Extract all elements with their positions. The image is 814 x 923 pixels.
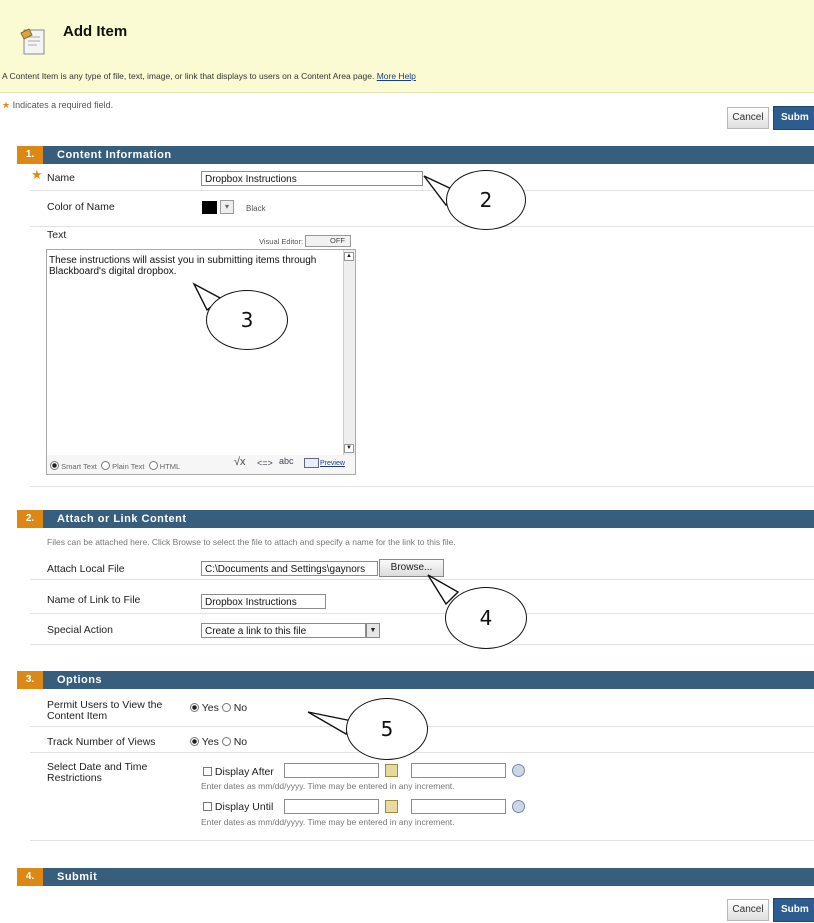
date-hint: Enter dates as mm/dd/yyyy. Time may be e… [201, 781, 455, 791]
link-name-row [30, 584, 814, 614]
link-name-label: Name of Link to File [47, 594, 141, 606]
attach-file-input[interactable]: C:\Documents and Settings\gaynors [201, 561, 378, 576]
required-note-text: Indicates a required field. [12, 100, 114, 110]
track-no-radio[interactable] [221, 737, 231, 746]
calendar-icon[interactable] [385, 764, 398, 777]
text-label: Text [47, 229, 67, 241]
display-after-option: Display After [203, 766, 274, 778]
color-label: Color of Name [47, 201, 115, 213]
date-restrictions-label: Select Date and Time Restrictions [47, 761, 148, 784]
chevron-down-icon[interactable]: ▾ [220, 200, 234, 214]
attach-help-text: Files can be attached here. Click Browse… [47, 537, 456, 547]
permit-no-radio[interactable] [221, 703, 231, 712]
chevron-down-icon[interactable]: ▼ [366, 623, 380, 638]
permit-label: Permit Users to View the Content Item [47, 699, 163, 722]
track-radios: Yes No [190, 736, 247, 748]
cancel-button[interactable]: Cancel [727, 899, 769, 921]
section-title: Content Information [57, 149, 172, 161]
text-mode-options: Smart Text Plain Text HTML [50, 461, 180, 471]
section-bar-options [17, 671, 814, 689]
smart-text-radio[interactable] [50, 461, 59, 470]
html-radio[interactable] [148, 461, 158, 470]
permit-radios: Yes No [190, 702, 247, 714]
required-star-icon: ★ [31, 167, 43, 182]
calendar-icon[interactable] [385, 800, 398, 813]
name-label: Name [47, 172, 76, 184]
track-yes-radio[interactable] [190, 737, 199, 746]
content-item-icon [19, 27, 49, 57]
preview-icon[interactable] [304, 458, 319, 468]
display-until-date-input[interactable] [284, 799, 379, 814]
date-hint: Enter dates as mm/dd/yyyy. Time may be e… [201, 817, 455, 827]
section-title: Options [57, 674, 103, 686]
callout-4: 4 [445, 587, 527, 649]
text-row-divider [30, 476, 814, 487]
date-row-divider [30, 830, 814, 841]
callout-3: 3 [206, 290, 288, 350]
display-until-option: Display Until [203, 801, 273, 813]
smart-text-label: Smart Text [61, 462, 97, 471]
special-action-select[interactable]: Create a link to this file [201, 623, 366, 638]
name-input[interactable]: Dropbox Instructions [201, 171, 423, 186]
attach-file-label: Attach Local File [47, 563, 125, 575]
callout-5: 5 [346, 698, 428, 760]
math-icon[interactable]: √x [234, 456, 246, 468]
yes-label: Yes [201, 702, 219, 714]
section-bar-submit [17, 868, 814, 886]
spellcheck-icon[interactable]: abc [279, 456, 294, 466]
display-until-checkbox[interactable] [203, 802, 212, 811]
submit-button[interactable]: Subm [773, 898, 814, 922]
section-number: 3. [17, 671, 43, 689]
display-after-label: Display After [214, 766, 274, 778]
no-label: No [233, 702, 248, 714]
browse-button[interactable]: Browse... [379, 559, 444, 577]
color-swatch[interactable] [202, 201, 217, 214]
permit-yes-radio[interactable] [190, 703, 199, 712]
scroll-up-icon[interactable]: ▲ [344, 252, 354, 261]
submit-button[interactable]: Subm [773, 106, 814, 130]
special-action-row [30, 614, 814, 645]
visual-editor-toggle[interactable]: OFF [305, 235, 351, 247]
visual-editor-label: Visual Editor: [259, 237, 304, 246]
page-title: Add Item [63, 23, 128, 40]
intro-description: A Content Item is any type of file, text… [2, 71, 375, 81]
scroll-down-icon[interactable]: ▼ [344, 444, 354, 453]
section-number: 2. [17, 510, 43, 528]
required-star-icon: ★ [2, 100, 11, 110]
clock-icon[interactable] [512, 764, 525, 777]
section-number: 1. [17, 146, 43, 164]
html-label: HTML [159, 462, 181, 471]
display-until-label: Display Until [214, 801, 274, 813]
callout-2: 2 [446, 170, 526, 230]
scrollbar[interactable]: ▲ ▼ [343, 250, 355, 455]
section-title: Submit [57, 871, 98, 883]
plain-text-label: Plain Text [112, 462, 145, 471]
text-area[interactable]: These instructions will assist you in su… [47, 250, 343, 455]
intro-text: A Content Item is any type of file, text… [2, 71, 416, 81]
special-action-label: Special Action [47, 624, 113, 636]
display-after-time-input[interactable] [411, 763, 506, 778]
no-label: No [233, 736, 248, 748]
display-after-checkbox[interactable] [203, 767, 212, 776]
required-note: ★ Indicates a required field. [2, 100, 113, 111]
preview-link[interactable]: Preview [320, 460, 345, 467]
section-title: Attach or Link Content [57, 513, 187, 525]
color-name: Black [246, 204, 266, 213]
more-help-link[interactable]: More Help [377, 71, 416, 81]
section-number: 4. [17, 868, 43, 886]
clock-icon[interactable] [512, 800, 525, 813]
display-after-date-input[interactable] [284, 763, 379, 778]
cancel-button[interactable]: Cancel [727, 107, 769, 129]
color-row [30, 191, 814, 227]
track-label: Track Number of Views [47, 736, 156, 748]
plain-text-radio[interactable] [100, 461, 110, 470]
link-icon[interactable]: <=> [257, 458, 273, 468]
yes-label: Yes [201, 736, 219, 748]
link-name-input[interactable]: Dropbox Instructions [201, 594, 326, 609]
display-until-time-input[interactable] [411, 799, 506, 814]
